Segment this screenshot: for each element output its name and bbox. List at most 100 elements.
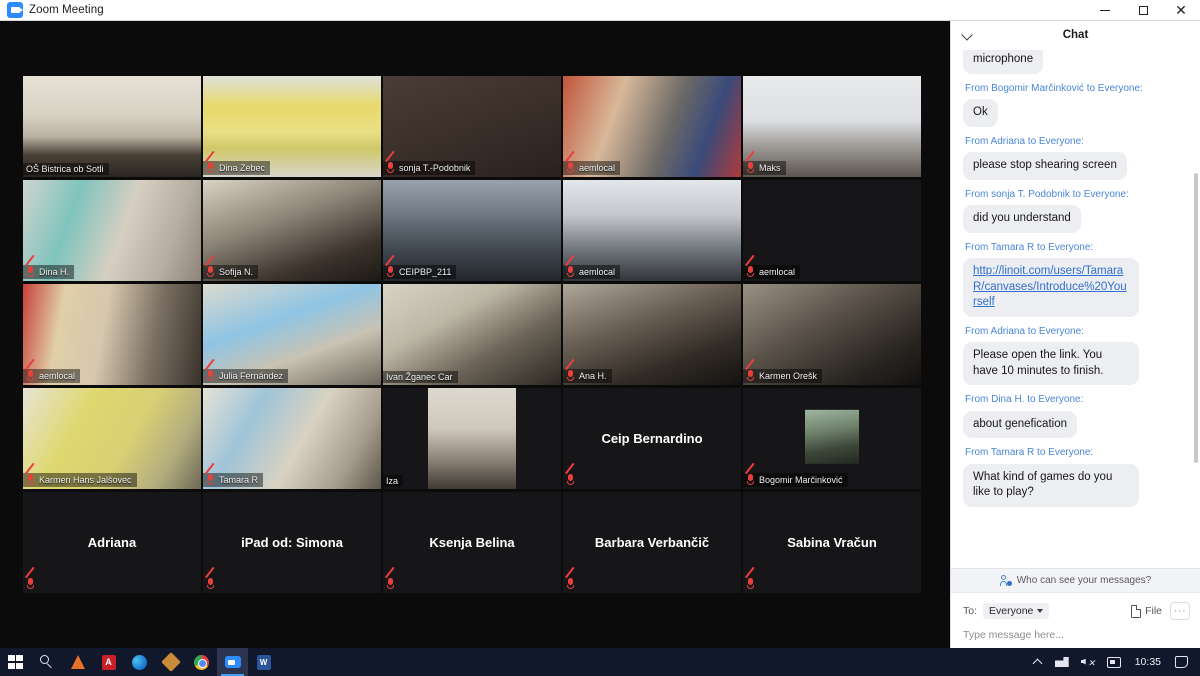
- close-button[interactable]: ✕: [1162, 0, 1200, 21]
- chat-message-row: http://linoit.com/users/TamaraR/canvases…: [963, 258, 1188, 317]
- participant-tile[interactable]: aemlocal: [563, 76, 741, 177]
- participant-name-label: Bogomir Marčinković: [759, 475, 843, 485]
- chat-message-row: about genefication: [963, 410, 1188, 439]
- vlc-icon[interactable]: [62, 648, 93, 676]
- participant-tile[interactable]: Tamara R: [203, 388, 381, 489]
- chat-privacy-notice[interactable]: Who can see your messages?: [951, 568, 1200, 592]
- chat-panel: Chat microphone From Bogomir Marčinković …: [950, 21, 1200, 648]
- chat-message-list[interactable]: microphone From Bogomir Marčinković to Ev…: [951, 49, 1200, 568]
- participant-center-name: Ceip Bernardino: [601, 431, 703, 446]
- participant-name-label: Karmen Hans Jalšovec: [39, 475, 132, 485]
- chat-message-row: Ok: [963, 99, 1188, 127]
- chat-message-link[interactable]: http://linoit.com/users/TamaraR/canvases…: [963, 258, 1139, 317]
- participant-tile[interactable]: Karmen Orešk: [743, 284, 921, 385]
- microphone-muted-icon: [565, 358, 575, 382]
- taskbar-clock[interactable]: 10:35: [1127, 656, 1169, 668]
- participant-tile[interactable]: Julia Fernández: [203, 284, 381, 385]
- microphone-muted-icon: [205, 566, 215, 590]
- chat-message-text: Ok: [963, 99, 998, 127]
- participant-name-label: Sofija N.: [219, 267, 254, 277]
- participant-name-bar: sonja T.-Podobnik: [383, 150, 476, 175]
- network-icon[interactable]: [1049, 648, 1075, 676]
- participant-tile[interactable]: Dina Zebec: [203, 76, 381, 177]
- chat-scrollbar[interactable]: [1194, 173, 1198, 463]
- chat-recipient-select[interactable]: Everyone: [983, 603, 1050, 619]
- chat-message-text: microphone: [963, 50, 1044, 74]
- microphone-muted-icon: [25, 254, 35, 278]
- participant-tile[interactable]: Sofija N.: [203, 180, 381, 281]
- participant-name-bar: [743, 566, 764, 591]
- display-icon[interactable]: [1101, 648, 1127, 676]
- participant-tile[interactable]: aemlocal: [743, 180, 921, 281]
- participant-tile[interactable]: sonja T.-Podobnik: [383, 76, 561, 177]
- chat-link-text: http://linoit.com/users/TamaraR/canvases…: [973, 265, 1127, 309]
- microphone-muted-icon: [205, 150, 215, 174]
- participant-tile[interactable]: Ceip Bernardino: [563, 388, 741, 489]
- participant-center-name: Ksenja Belina: [429, 535, 515, 550]
- chat-file-button[interactable]: File: [1131, 604, 1162, 618]
- close-icon: ✕: [1175, 2, 1187, 18]
- participant-tile[interactable]: Maks: [743, 76, 921, 177]
- edge-icon[interactable]: [124, 648, 155, 676]
- chat-message-row: please stop shearing screen: [963, 152, 1188, 180]
- participant-tile[interactable]: iPad od: Simona: [203, 492, 381, 593]
- microphone-muted-icon: [385, 566, 395, 590]
- chat-file-label: File: [1145, 605, 1162, 617]
- search-icon[interactable]: [31, 648, 62, 676]
- participant-name-bar: Ana H.: [563, 358, 612, 383]
- chat-more-options-button[interactable]: ···: [1170, 602, 1190, 620]
- chat-message-input[interactable]: Type message here...: [963, 629, 1190, 641]
- participant-tile[interactable]: Dina H.: [23, 180, 201, 281]
- zoom-icon[interactable]: [217, 648, 248, 676]
- participant-tile[interactable]: Bogomir Marčinković: [743, 388, 921, 489]
- microphone-muted-icon: [385, 150, 395, 174]
- video-gallery-area: OŠ Bistrica ob Sotli Dina Zebec sonja T.-P…: [0, 21, 950, 648]
- chat-message-sender: From Dina H. to Everyone:: [965, 394, 1084, 406]
- participant-tile[interactable]: aemlocal: [23, 284, 201, 385]
- chat-message-text: please stop shearing screen: [963, 152, 1127, 180]
- participant-name-bar: Sofija N.: [203, 254, 259, 279]
- participant-name-label: Dina Zebec: [219, 163, 266, 173]
- microphone-muted-icon: [745, 462, 755, 486]
- word-icon[interactable]: W: [248, 648, 279, 676]
- participant-tile[interactable]: Ivan Žganec Car: [383, 284, 561, 385]
- chat-message-row: did you understand: [963, 205, 1188, 233]
- chat-message-row: microphone: [963, 49, 1188, 74]
- windows-taskbar: A W ✕ 10:35: [0, 648, 1200, 676]
- participant-center-name: Sabina Vračun: [787, 535, 877, 550]
- people-icon: [999, 575, 1012, 586]
- chat-recipient-value: Everyone: [989, 605, 1034, 617]
- participant-tile[interactable]: Barbara Verbančič: [563, 492, 741, 593]
- participant-tile[interactable]: Iza: [383, 388, 561, 489]
- chat-title: Chat: [1062, 29, 1089, 41]
- participant-tile[interactable]: Ana H.: [563, 284, 741, 385]
- adobe-acrobat-icon[interactable]: A: [93, 648, 124, 676]
- participant-tile[interactable]: Ksenja Belina: [383, 492, 561, 593]
- window-title: Zoom Meeting: [29, 4, 104, 16]
- participant-tile[interactable]: CEIPBP_211: [383, 180, 561, 281]
- minimize-button[interactable]: [1086, 0, 1124, 21]
- avatar: [805, 409, 859, 464]
- participant-tile[interactable]: Adriana: [23, 492, 201, 593]
- chat-message-sender: From Tamara R to Everyone:: [965, 241, 1094, 253]
- microphone-muted-icon: [745, 254, 755, 278]
- window-titlebar: Zoom Meeting ✕: [0, 0, 1200, 21]
- participant-tile[interactable]: Sabina Vračun: [743, 492, 921, 593]
- chrome-icon[interactable]: [186, 648, 217, 676]
- participant-tile[interactable]: OŠ Bistrica ob Sotli: [23, 76, 201, 177]
- participant-name-bar: aemlocal: [563, 150, 621, 175]
- maximize-button[interactable]: [1124, 0, 1162, 21]
- volume-muted-icon[interactable]: ✕: [1075, 648, 1101, 676]
- windows-start-icon[interactable]: [0, 648, 31, 676]
- participant-name-bar: Karmen Orešk: [743, 358, 823, 383]
- participant-name-bar: Tamara R: [203, 462, 264, 487]
- participant-tile[interactable]: Karmen Hans Jalšovec: [23, 388, 201, 489]
- notification-icon[interactable]: [1169, 648, 1194, 676]
- package-icon[interactable]: [155, 648, 186, 676]
- chevron-up-icon[interactable]: [1028, 648, 1049, 676]
- chat-to-label: To:: [963, 605, 978, 617]
- zoom-camera-icon: [7, 2, 23, 18]
- chat-message-sender: From Adriana to Everyone:: [965, 325, 1084, 337]
- participant-tile[interactable]: aemlocal: [563, 180, 741, 281]
- participant-name-label: Ivan Žganec Car: [386, 372, 453, 382]
